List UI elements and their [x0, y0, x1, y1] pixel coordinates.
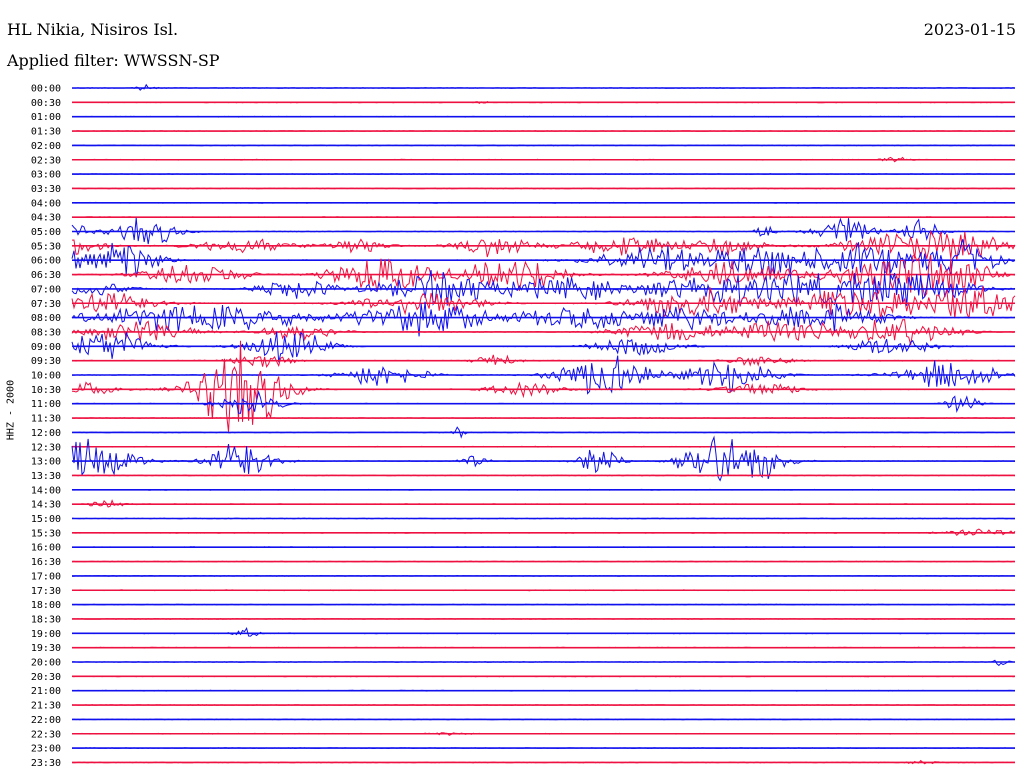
tick-label-group: 00:00 00:30 01:00 01:30 02:00 02:30 03:00 03:30… [31, 84, 61, 769]
seismic-trace-row [71, 627, 1016, 637]
row-time-label: 16:00 [31, 543, 61, 554]
row-time-label: 02:00 [31, 141, 61, 152]
helicorder-plot: 00:00 00:30 01:00 01:30 02:00 02:30 03:00 03:30… [31, 83, 1016, 769]
row-time-label: 06:00 [31, 256, 61, 267]
row-time-label: 14:30 [31, 500, 61, 511]
row-time-label: 17:00 [31, 571, 61, 582]
row-time-label: 01:00 [31, 112, 61, 123]
row-time-label: 17:30 [31, 586, 61, 597]
trace-group [71, 83, 1016, 765]
row-time-label: 21:30 [31, 701, 61, 712]
row-time-label: 01:30 [31, 127, 61, 138]
row-time-label: 12:30 [31, 442, 61, 453]
row-time-label: 07:30 [31, 299, 61, 310]
row-time-label: 04:00 [31, 198, 61, 209]
row-time-label: 20:00 [31, 658, 61, 669]
row-time-label: 06:30 [31, 270, 61, 281]
row-time-label: 00:30 [31, 98, 61, 109]
row-time-label: 22:00 [31, 715, 61, 726]
row-time-label: 19:30 [31, 643, 61, 654]
row-time-label: 13:30 [31, 471, 61, 482]
row-time-label: 08:00 [31, 313, 61, 324]
row-time-label: 23:00 [31, 744, 61, 755]
row-time-label: 20:30 [31, 672, 61, 683]
row-time-label: 18:30 [31, 614, 61, 625]
row-time-label: 03:00 [31, 170, 61, 181]
row-time-label: 09:30 [31, 356, 61, 367]
seismic-trace-row [72, 659, 1015, 667]
row-time-label: 21:00 [31, 686, 61, 697]
row-time-label: 12:00 [31, 428, 61, 439]
row-time-label: 10:00 [31, 371, 61, 382]
row-time-label: 10:30 [31, 385, 61, 396]
row-time-label: 05:30 [31, 241, 61, 252]
row-time-label: 18:00 [31, 600, 61, 611]
row-time-label: 03:30 [31, 184, 61, 195]
row-time-label: 09:00 [31, 342, 61, 353]
seismic-trace-row [71, 435, 1016, 482]
row-time-label: 22:30 [31, 729, 61, 740]
row-time-label: 07:00 [31, 284, 61, 295]
row-time-label: 04:30 [31, 213, 61, 224]
row-time-label: 02:30 [31, 155, 61, 166]
row-time-label: 13:00 [31, 457, 61, 468]
row-time-label: 14:00 [31, 485, 61, 496]
row-time-label: 15:30 [31, 528, 61, 539]
row-time-label: 16:30 [31, 557, 61, 568]
row-time-label: 08:30 [31, 327, 61, 338]
row-time-label: 00:00 [31, 84, 61, 95]
row-time-label: 23:30 [31, 758, 61, 769]
row-time-label: 19:00 [31, 629, 61, 640]
row-time-label: 15:00 [31, 514, 61, 525]
row-time-label: 11:30 [31, 414, 61, 425]
row-time-label: 11:00 [31, 399, 61, 410]
row-time-label: 05:00 [31, 227, 61, 238]
